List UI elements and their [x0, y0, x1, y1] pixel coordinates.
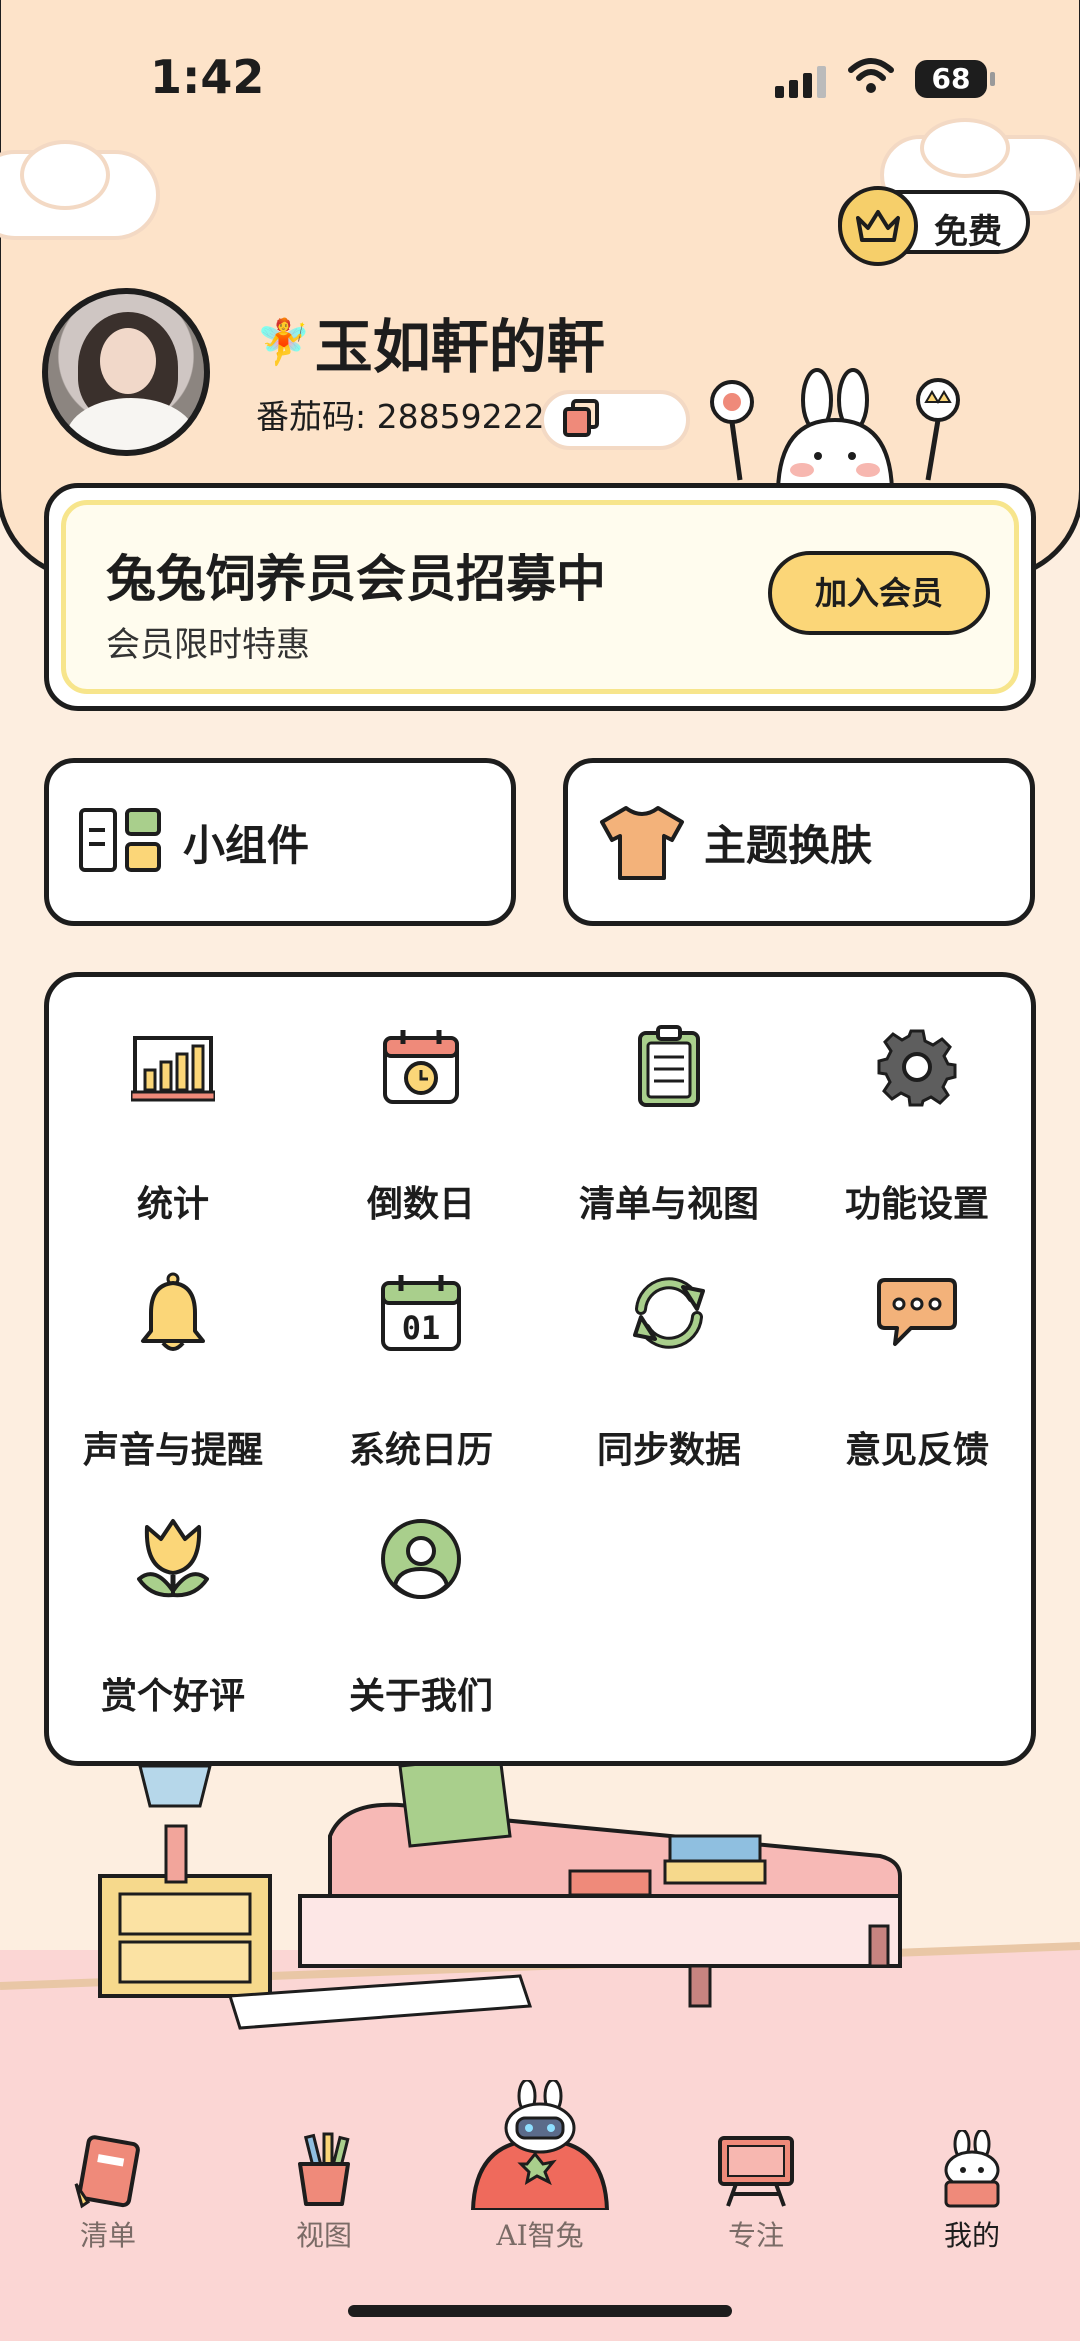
menu-item-rate[interactable]: 赏个好评: [49, 1479, 297, 1717]
tab-ai-bunny[interactable]: AI智兔: [432, 2070, 648, 2260]
menu-item-label: 系统日历: [348, 1429, 493, 1471]
bunny-profile-icon: [944, 2130, 1000, 2208]
membership-title: 兔兔饲养员会员招募中: [106, 549, 606, 608]
clipboard-list-icon: [619, 1022, 719, 1112]
pencil-cup-icon: [298, 2132, 350, 2206]
menu-item-label: 声音与提醒: [82, 1429, 263, 1471]
menu-item-label: 统计: [136, 1183, 209, 1225]
battery-indicator: 68: [915, 60, 995, 98]
sync-icon: [619, 1268, 719, 1358]
tab-focus[interactable]: 专注: [648, 2070, 864, 2260]
home-indicator: [348, 2305, 732, 2317]
bedroom-illustration: [0, 1766, 1080, 2030]
fairy-icon: 🧚: [256, 317, 311, 368]
profile-name[interactable]: 🧚 玉如軒的軒: [256, 300, 605, 384]
profile-code-text: 番茄码: 28859222: [256, 397, 545, 436]
crown-icon: [838, 186, 918, 266]
membership-status-button[interactable]: 免费: [838, 186, 1030, 266]
join-membership-button[interactable]: 加入会员: [768, 551, 990, 635]
menu-item-label: 清单与视图: [578, 1183, 759, 1225]
blackboard-icon: [718, 2136, 794, 2207]
calendar-clock-icon: [371, 1022, 471, 1112]
cloud-decoration: [20, 140, 110, 210]
notebook-icon: [74, 2135, 140, 2209]
status-time: 1:42: [150, 50, 265, 104]
ai-bunny-icon: [470, 2080, 610, 2210]
tab-mine[interactable]: 我的: [864, 2070, 1080, 2260]
menu-item-system-calendar[interactable]: 01 系统日历: [297, 1233, 545, 1471]
menu-item-sound[interactable]: 声音与提醒: [49, 1233, 297, 1471]
tab-views[interactable]: 视图: [216, 2070, 432, 2260]
tshirt-icon: [600, 806, 684, 880]
menu-item-label: 关于我们: [348, 1675, 493, 1717]
theme-label: 主题换肤: [704, 820, 873, 870]
avatar[interactable]: [42, 288, 210, 456]
widget-label: 小组件: [183, 820, 310, 870]
menu-item-sync[interactable]: 同步数据: [545, 1233, 793, 1471]
menu-item-label: 同步数据: [596, 1429, 741, 1471]
profile-code: 番茄码: 28859222: [256, 390, 599, 438]
settings-menu: 统计 倒数日 清单与视图 功能设置 声音与提醒 01 系统日历 同步数据 意见反…: [44, 972, 1036, 1766]
gear-icon: [867, 1022, 967, 1112]
user-circle-icon: [371, 1514, 471, 1604]
membership-banner[interactable]: 兔兔饲养员会员招募中 会员限时特惠 加入会员: [44, 483, 1036, 711]
calendar-icon: 01: [371, 1268, 471, 1358]
membership-subtitle: 会员限时特惠: [106, 625, 310, 665]
tulip-icon: [123, 1514, 223, 1604]
tab-label: AI智兔: [496, 2219, 584, 2252]
signal-icon: [775, 66, 826, 98]
copy-icon[interactable]: [562, 399, 599, 437]
calendar-date-text: 01: [402, 1309, 441, 1347]
tab-label: 我的: [943, 2219, 1000, 2252]
menu-item-label: 赏个好评: [100, 1675, 245, 1717]
widget-card[interactable]: 小组件: [44, 758, 516, 926]
menu-item-label: 倒数日: [366, 1183, 475, 1225]
menu-item-settings[interactable]: 功能设置: [793, 987, 1041, 1225]
menu-item-about[interactable]: 关于我们: [297, 1479, 545, 1717]
free-label: 免费: [934, 212, 1002, 252]
status-bar: 1:42 68: [0, 0, 1080, 150]
bell-icon: [123, 1268, 223, 1358]
menu-item-feedback[interactable]: 意见反馈: [793, 1233, 1041, 1471]
bar-chart-icon: [123, 1022, 223, 1112]
chat-bubble-icon: [867, 1268, 967, 1358]
theme-card[interactable]: 主题换肤: [563, 758, 1035, 926]
menu-item-countdown[interactable]: 倒数日: [297, 987, 545, 1225]
widget-icon: [79, 808, 163, 876]
bottom-tab-bar: 清单 视图 AI智兔 专注 我的: [0, 2070, 1080, 2260]
bunny-mascot-icon: [710, 368, 960, 490]
menu-item-label: 功能设置: [844, 1183, 989, 1225]
tab-label: 专注: [727, 2219, 784, 2252]
tab-label: 清单: [79, 2219, 136, 2252]
tab-label: 视图: [295, 2219, 352, 2252]
menu-item-lists-views[interactable]: 清单与视图: [545, 987, 793, 1225]
menu-item-stats[interactable]: 统计: [49, 987, 297, 1225]
tab-lists[interactable]: 清单: [0, 2070, 216, 2260]
profile-name-text: 玉如軒的軒: [314, 313, 605, 381]
menu-item-label: 意见反馈: [844, 1429, 989, 1471]
wifi-icon: [848, 58, 894, 93]
